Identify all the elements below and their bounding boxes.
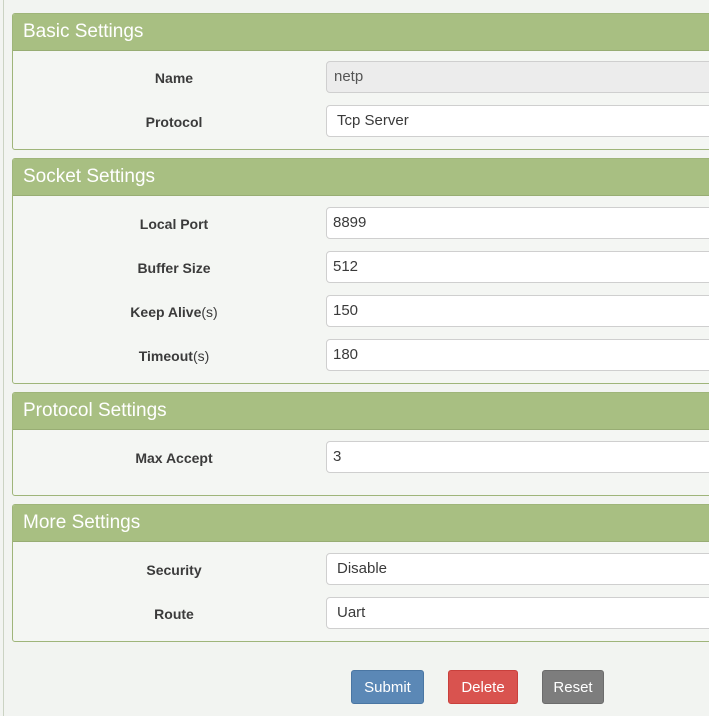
- protocol-settings-title: Protocol Settings: [13, 393, 709, 430]
- buffer-size-row: Buffer Size 512: [13, 251, 709, 285]
- keep-alive-field[interactable]: 150: [326, 295, 709, 327]
- name-row: Name netp: [13, 61, 709, 95]
- keep-alive-row: Keep Alive(s) 150: [13, 295, 709, 329]
- route-label: Route: [154, 606, 194, 622]
- protocol-row: Protocol Tcp Server: [13, 105, 709, 139]
- timeout-unit: (s): [192, 348, 210, 364]
- security-select[interactable]: Disable: [326, 553, 709, 585]
- name-field[interactable]: netp: [326, 61, 709, 93]
- buffer-size-label: Buffer Size: [137, 260, 211, 276]
- basic-settings-panel: Basic Settings Name netp Protocol Tcp Se…: [12, 13, 709, 150]
- keep-alive-label: Keep Alive(s): [13, 295, 335, 329]
- submit-button[interactable]: Submit: [351, 670, 424, 704]
- timeout-label: Timeout(s): [13, 339, 335, 373]
- name-label: Name: [154, 70, 194, 86]
- route-select[interactable]: Uart: [326, 597, 709, 629]
- timeout-label-text: Timeout: [138, 348, 193, 364]
- socket-settings-panel: Socket Settings Local Port 8899 Buffer S…: [12, 158, 709, 384]
- protocol-label: Protocol: [145, 114, 203, 130]
- socket-settings-title: Socket Settings: [13, 159, 709, 196]
- security-row: Security Disable: [13, 553, 709, 587]
- route-row: Route Uart: [13, 597, 709, 631]
- local-port-row: Local Port 8899: [13, 207, 709, 241]
- keep-alive-unit: (s): [201, 304, 218, 320]
- local-port-field[interactable]: 8899: [326, 207, 709, 239]
- protocol-settings-panel: Protocol Settings Max Accept 3: [12, 392, 709, 496]
- timeout-row: Timeout(s) 180: [13, 339, 709, 373]
- max-accept-label: Max Accept: [135, 450, 213, 466]
- max-accept-row: Max Accept 3: [13, 441, 709, 475]
- max-accept-field[interactable]: 3: [326, 441, 709, 473]
- security-label: Security: [146, 562, 202, 578]
- buffer-size-field[interactable]: 512: [326, 251, 709, 283]
- timeout-field[interactable]: 180: [326, 339, 709, 371]
- more-settings-panel: More Settings Security Disable Route Uar…: [12, 504, 709, 642]
- reset-button[interactable]: Reset: [542, 670, 604, 704]
- page-left-border: [3, 0, 4, 716]
- protocol-select[interactable]: Tcp Server: [326, 105, 709, 137]
- basic-settings-title: Basic Settings: [13, 14, 709, 51]
- delete-button[interactable]: Delete: [448, 670, 518, 704]
- more-settings-title: More Settings: [13, 505, 709, 542]
- local-port-label: Local Port: [139, 216, 209, 232]
- keep-alive-label-text: Keep Alive: [130, 304, 202, 320]
